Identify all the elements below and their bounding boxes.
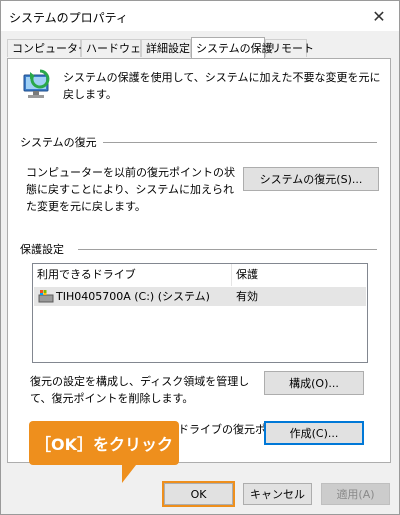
close-button[interactable]: ✕ [359, 1, 399, 31]
drive-list[interactable]: 利用できるドライブ 保護 TIH0405700A (C:) (システム) 有効 [32, 263, 368, 363]
configure-description: 復元の設定を構成し、ディスク領域を管理して、復元ポイントを削除します。 [30, 375, 250, 405]
window-title: システムのプロパティ [9, 11, 128, 25]
table-row[interactable]: TIH0405700A (C:) (システム) 有効 [34, 287, 366, 306]
close-icon: ✕ [372, 6, 386, 26]
system-protection-panel: システムの保護を使用して、システムに加えた不要な変更を元に戻します。 システムの… [7, 58, 391, 463]
configure-button[interactable]: 構成(O)... [264, 371, 364, 395]
tab-computer-name[interactable]: コンピューター名 [7, 39, 100, 57]
create-description: ドライブの復元ポイ [178, 423, 277, 436]
restore-description: コンピューターを以前の復元ポイントの状態に戻すことにより、システムに加えられた変… [26, 166, 235, 213]
drive-name: TIH0405700A (C:) (システム) [56, 290, 210, 303]
cancel-button[interactable]: キャンセル [243, 483, 312, 505]
tab-system-protection[interactable]: システムの保護 [191, 37, 273, 58]
drive-protection-status: 有効 [236, 290, 258, 303]
drive-icon [38, 290, 54, 303]
tab-advanced[interactable]: 詳細設定 [141, 39, 191, 57]
create-button[interactable]: 作成(C)... [264, 421, 364, 445]
protection-group-divider [78, 249, 377, 250]
title-bar: システムのプロパティ ✕ [1, 1, 399, 31]
restore-group-divider [103, 142, 377, 143]
system-properties-window: システムのプロパティ ✕ コンピューター名 ハードウェア 詳細設定 システムの保… [0, 0, 400, 515]
instruction-callout: ［OK］をクリック [29, 421, 179, 465]
tab-hardware[interactable]: ハードウェア [81, 39, 152, 57]
column-header-drive[interactable]: 利用できるドライブ [33, 264, 231, 286]
intro-text: システムの保護を使用して、システムに加えた不要な変更を元に戻します。 [63, 71, 381, 101]
column-header-protection[interactable]: 保護 [232, 264, 362, 286]
ok-button-highlight [162, 481, 235, 507]
restore-group-title: システムの復元 [20, 136, 97, 149]
callout-pointer [122, 465, 136, 483]
system-protection-icon [23, 69, 50, 98]
protection-group-title: 保護設定 [20, 243, 64, 256]
system-restore-button[interactable]: システムの復元(S)... [243, 167, 379, 191]
apply-button[interactable]: 適用(A) [321, 483, 390, 505]
